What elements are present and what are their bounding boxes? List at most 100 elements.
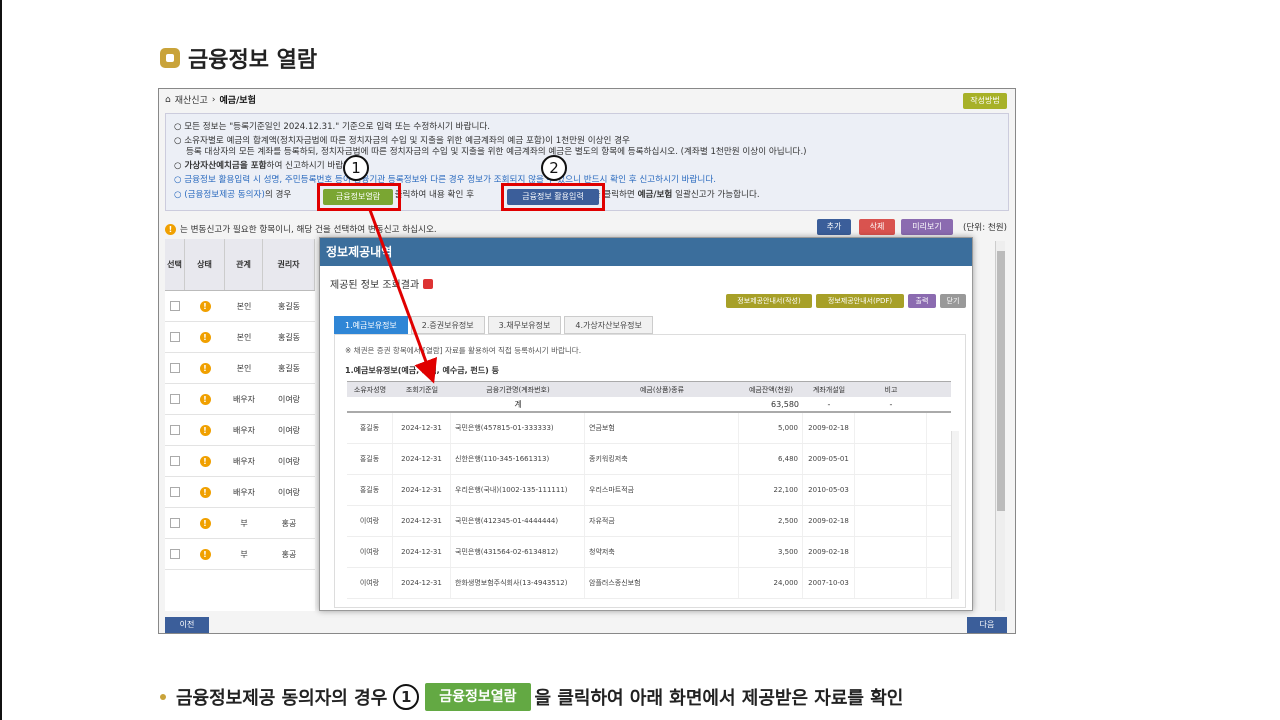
caption-text-end: 을 클릭하여 아래 화면에서 제공받은 자료를 확인 xyxy=(534,688,904,709)
table-row[interactable]: ! 배우자 이여랑 xyxy=(165,415,315,446)
table-row[interactable]: ! 본인 홍길동 xyxy=(165,322,315,353)
cell-open-date: 2009-05-01 xyxy=(803,444,855,474)
row-checkbox[interactable] xyxy=(170,363,180,373)
row-checkbox[interactable] xyxy=(170,425,180,435)
guide-pdf-button[interactable]: 정보제공안내서(PDF) xyxy=(816,294,904,308)
table-row[interactable]: ! 배우자 이여랑 xyxy=(165,477,315,508)
step-marker-1: 1 xyxy=(343,155,369,181)
notice-line: 등록 대상자의 모든 계좌를 등록하되, 정치자금법에 따른 정치자금의 수입 … xyxy=(186,147,807,157)
row-owner: 홍길동 xyxy=(277,301,301,311)
delete-button[interactable]: 삭제 xyxy=(859,219,895,235)
table-header: 선택 상태 관계 권리자 xyxy=(165,239,315,291)
cell-date: 2024-12-31 xyxy=(393,444,451,474)
scroll-thumb[interactable] xyxy=(997,251,1005,511)
caption-text: 금융정보제공 동의자의 경우 xyxy=(176,688,388,709)
row-checkbox[interactable] xyxy=(170,394,180,404)
table-row[interactable]: ! 부 홍공 xyxy=(165,539,315,570)
cell-institution: 국민은행(457815-01-333333) xyxy=(451,413,585,443)
grid-row[interactable]: 이여랑 2024-12-31 한화생명보험주식회사(13-4943512) 암플러스종… xyxy=(347,568,951,599)
breadcrumb-current: 예금/보험 xyxy=(219,96,256,106)
col-header: 권리자 xyxy=(263,239,315,290)
tab-debt[interactable]: 3.채무보유정보 xyxy=(487,316,562,334)
cell-amount: 24,000 xyxy=(739,568,803,598)
cell-date: 2024-12-31 xyxy=(393,413,451,443)
guide-write-button[interactable]: 정보제공안내서(작성) xyxy=(726,294,812,308)
add-button[interactable]: 추가 xyxy=(817,219,851,235)
cell-note xyxy=(855,444,927,474)
row-relation: 부 xyxy=(240,549,248,559)
grid-sum-row: 계 63,580 - - xyxy=(347,397,951,413)
scrollbar[interactable] xyxy=(995,241,1005,611)
notice-line: ○ 모든 정보는 "등록기준일인 2024.12.31." 기준으로 입력 또는… xyxy=(174,122,491,132)
cell-owner: 이여랑 xyxy=(347,537,393,567)
grid-row[interactable]: 이여랑 2024-12-31 국민은행(431564-02-6134812) 청약저축… xyxy=(347,537,951,568)
panel-note: ※ 채권은 증권 항목에서 [열람] 자료를 활용하여 직접 등록하시기 바랍니… xyxy=(345,346,582,355)
row-owner: 이여랑 xyxy=(277,425,301,435)
deposit-grid: 소유자성명 조회기준일 금융기관명(계좌번호) 예금(상품)종류 예금잔액(천원… xyxy=(347,381,951,599)
row-checkbox[interactable] xyxy=(170,549,180,559)
next-button[interactable]: 다음 xyxy=(967,617,1007,633)
row-checkbox[interactable] xyxy=(170,456,180,466)
table-row[interactable]: ! 배우자 이여랑 xyxy=(165,384,315,415)
grid-row[interactable]: 홍길동 2024-12-31 국민은행(457815-01-333333) 연금보험 5… xyxy=(347,413,951,444)
table-row[interactable]: ! 본인 홍길동 xyxy=(165,353,315,384)
grid-row[interactable]: 이여랑 2024-12-31 국민은행(412345-01-4444444) 자유적금… xyxy=(347,506,951,537)
grid-col: 금융기관명(계좌번호) xyxy=(486,385,550,394)
sum-date: - xyxy=(827,399,831,409)
sum-label: 계 xyxy=(514,399,522,409)
cell-amount: 22,100 xyxy=(739,475,803,505)
cell-open-date: 2009-02-18 xyxy=(803,506,855,536)
row-relation: 배우자 xyxy=(232,487,256,497)
tab-securities[interactable]: 2.증권보유정보 xyxy=(410,316,485,334)
warning-icon: ! xyxy=(199,424,211,436)
preview-button[interactable]: 미리보기 xyxy=(901,219,953,235)
cell-date: 2024-12-31 xyxy=(393,537,451,567)
table-row[interactable]: ! 본인 홍길동 xyxy=(165,291,315,322)
tab-deposit[interactable]: 1.예금보유정보 xyxy=(334,316,408,334)
page: 금융정보 열람 ⌂ 재산신고 › 예금/보험 작성방법 ○ 모든 정보는 "등록… xyxy=(0,0,1280,720)
row-checkbox[interactable] xyxy=(170,332,180,342)
grid-row[interactable]: 홍길동 2024-12-31 신한은행(110-345-1661313) 종키워킹저축… xyxy=(347,444,951,475)
prev-button[interactable]: 이전 xyxy=(165,617,209,633)
cell-note xyxy=(855,568,927,598)
close-button[interactable]: 닫기 xyxy=(940,294,966,308)
table-row[interactable]: ! 부 홍공 xyxy=(165,508,315,539)
pdf-icon[interactable] xyxy=(423,278,434,289)
row-checkbox[interactable] xyxy=(170,518,180,528)
row-checkbox[interactable] xyxy=(170,301,180,311)
cell-amount: 2,500 xyxy=(739,506,803,536)
notice-line: ○ (금융정보제공 동의자)의 경우 를 클릭하여 내용 확인 후 버튼을 클릭… xyxy=(174,190,760,200)
grid-col: 비고 xyxy=(884,385,898,394)
row-checkbox[interactable] xyxy=(170,487,180,497)
cell-owner: 홍길동 xyxy=(347,475,393,505)
row-relation: 본인 xyxy=(236,301,252,311)
cell-open-date: 2007-10-03 xyxy=(803,568,855,598)
cell-note xyxy=(855,475,927,505)
home-icon[interactable]: ⌂ xyxy=(165,95,171,105)
grid-col: 소유자성명 xyxy=(353,385,387,394)
grid-col: 조회기준일 xyxy=(405,385,439,394)
cell-amount: 6,480 xyxy=(739,444,803,474)
breadcrumb-root[interactable]: 재산신고 xyxy=(175,93,208,106)
tab-virtual-asset[interactable]: 4.가상자산보유정보 xyxy=(564,316,653,334)
table-row[interactable]: ! 배우자 이여랑 xyxy=(165,446,315,477)
grid-row[interactable]: 홍길동 2024-12-31 우리은행(국내)(1002-135-111111) 우리… xyxy=(347,475,951,506)
cell-kind: 자유적금 xyxy=(585,506,739,536)
cell-note xyxy=(855,413,927,443)
guide-button[interactable]: 작성방법 xyxy=(963,93,1007,109)
grid-scrollbar[interactable] xyxy=(951,431,959,599)
unit-label: (단위: 천원) xyxy=(963,223,1007,233)
sum-note: - xyxy=(889,399,893,409)
section-title: 1.예금보유정보(예금, 보험, 예수금, 펀드) 등 xyxy=(345,366,499,375)
warning-icon: ! xyxy=(199,300,211,312)
heading-bullet-icon xyxy=(160,48,180,68)
screenshot-panel: ⌂ 재산신고 › 예금/보험 작성방법 ○ 모든 정보는 "등록기준일인 202… xyxy=(158,88,1016,634)
row-relation: 본인 xyxy=(236,332,252,342)
section-heading: 금융정보 열람 xyxy=(160,43,317,73)
print-button[interactable]: 출력 xyxy=(908,294,936,308)
sum-amount: 63,580 xyxy=(771,399,799,409)
row-owner: 홍길동 xyxy=(277,332,301,342)
cell-kind: 종키워킹저축 xyxy=(585,444,739,474)
caption: 금융정보제공 동의자의 경우 1 금융정보열람 을 클릭하여 아래 화면에서 제… xyxy=(160,680,903,714)
grid-col: 계좌개설일 xyxy=(812,385,846,394)
